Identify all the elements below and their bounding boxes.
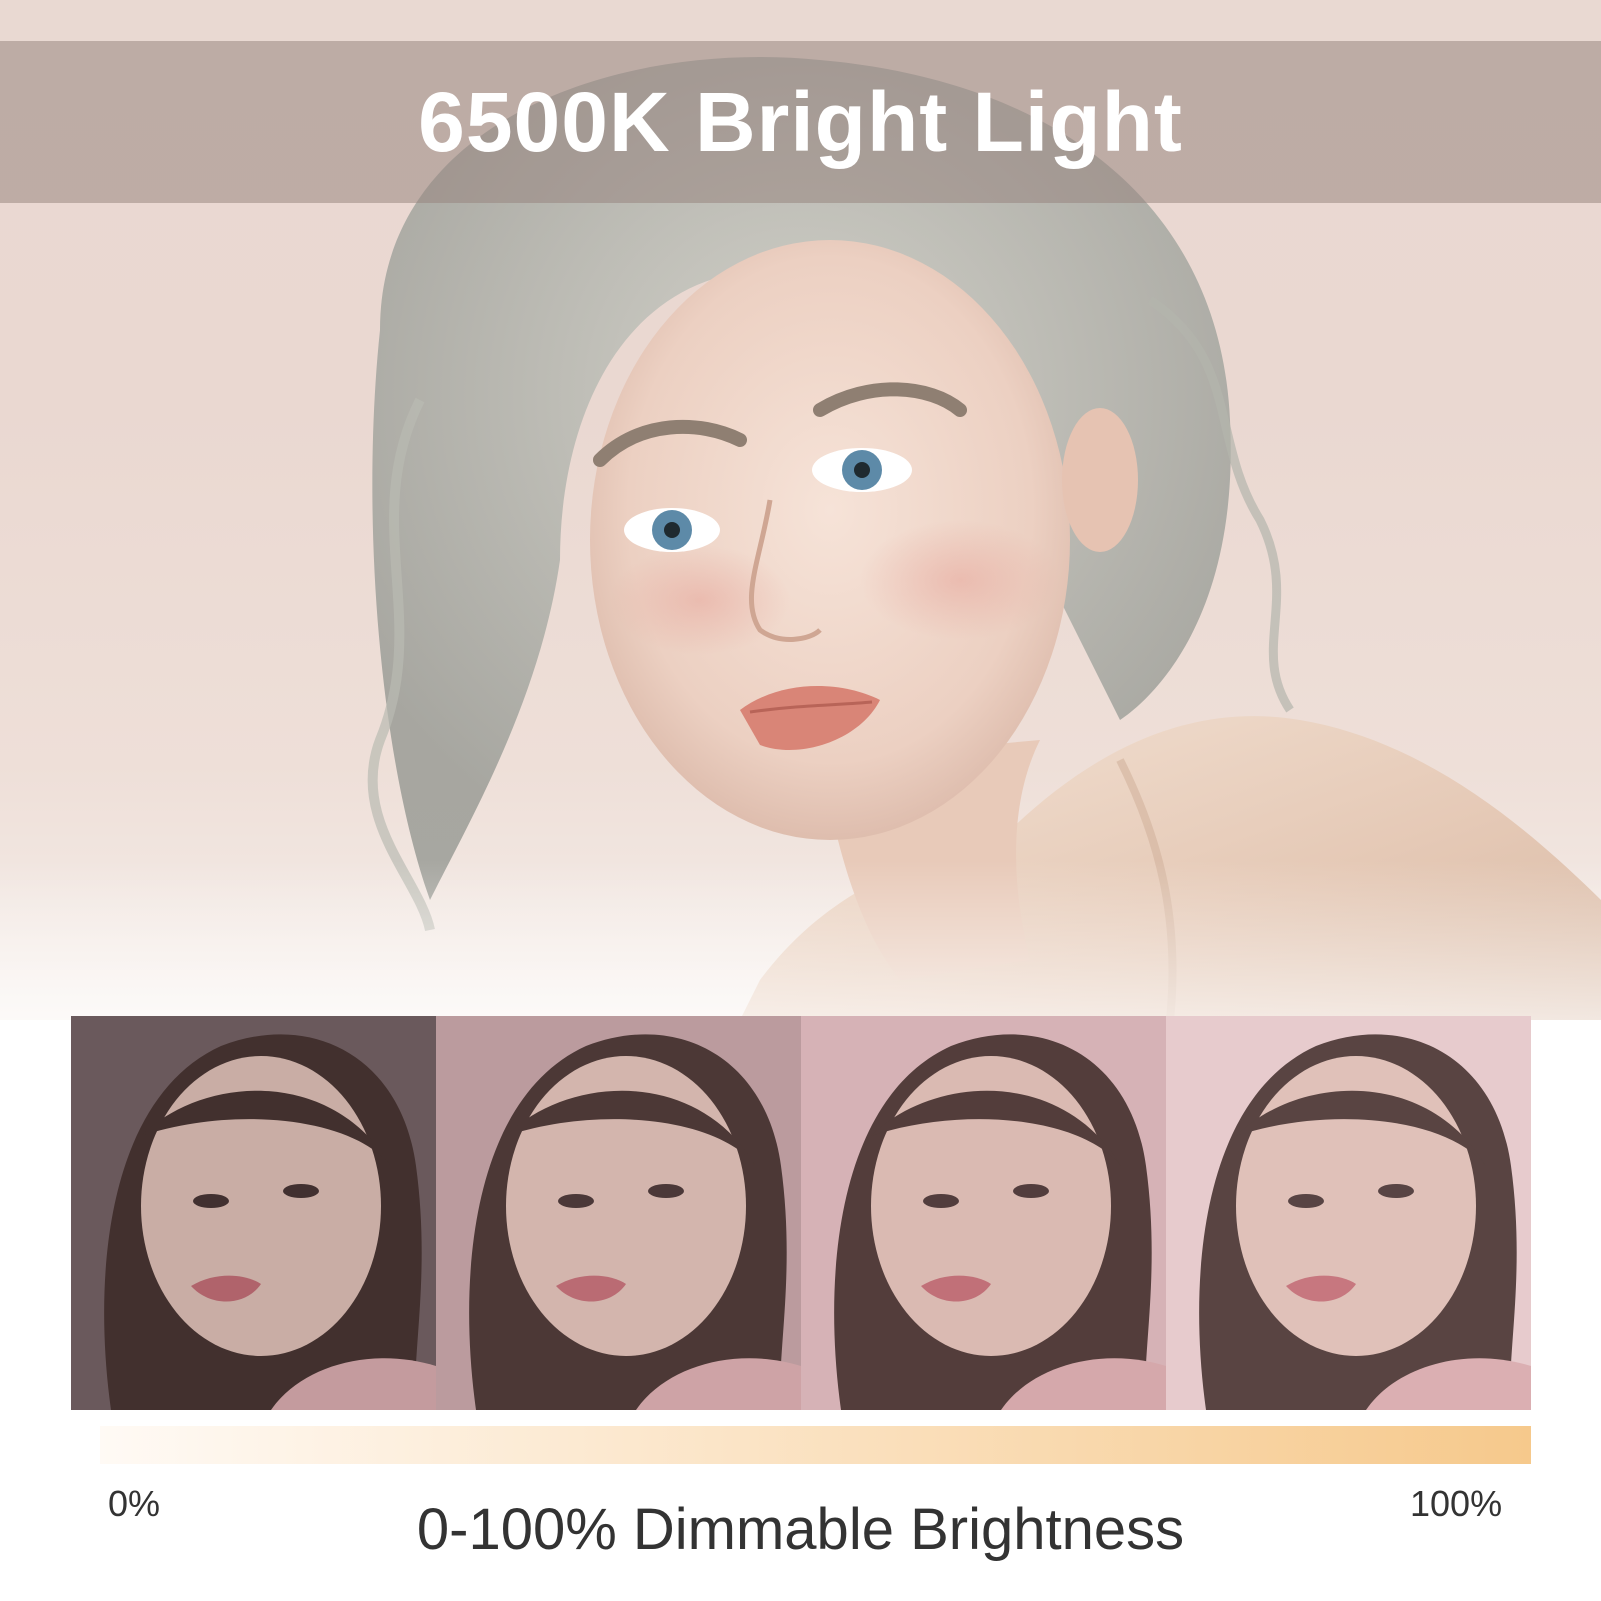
- brightness-gradient-bar: [100, 1426, 1531, 1464]
- woman-face-thumbnail: [1166, 1016, 1531, 1410]
- woman-face-thumbnail: [801, 1016, 1166, 1410]
- brightness-panel-1: [436, 1016, 801, 1410]
- brightness-overlay: [71, 1016, 436, 1410]
- woman-face-thumbnail: [71, 1016, 436, 1410]
- hero-bottom-fade: [0, 860, 1601, 1020]
- woman-face-thumbnail: [436, 1016, 801, 1410]
- brightness-panel-2: [801, 1016, 1166, 1410]
- brightness-overlay: [1166, 1016, 1531, 1410]
- brightness-panels: [71, 1016, 1531, 1410]
- brightness-overlay: [801, 1016, 1166, 1410]
- page-title: 6500K Bright Light: [418, 75, 1183, 169]
- caption: 0-100% Dimmable Brightness: [416, 1497, 1185, 1562]
- brightness-panel-3: [1166, 1016, 1531, 1410]
- brightness-overlay: [436, 1016, 801, 1410]
- brightness-panel-0: [71, 1016, 436, 1410]
